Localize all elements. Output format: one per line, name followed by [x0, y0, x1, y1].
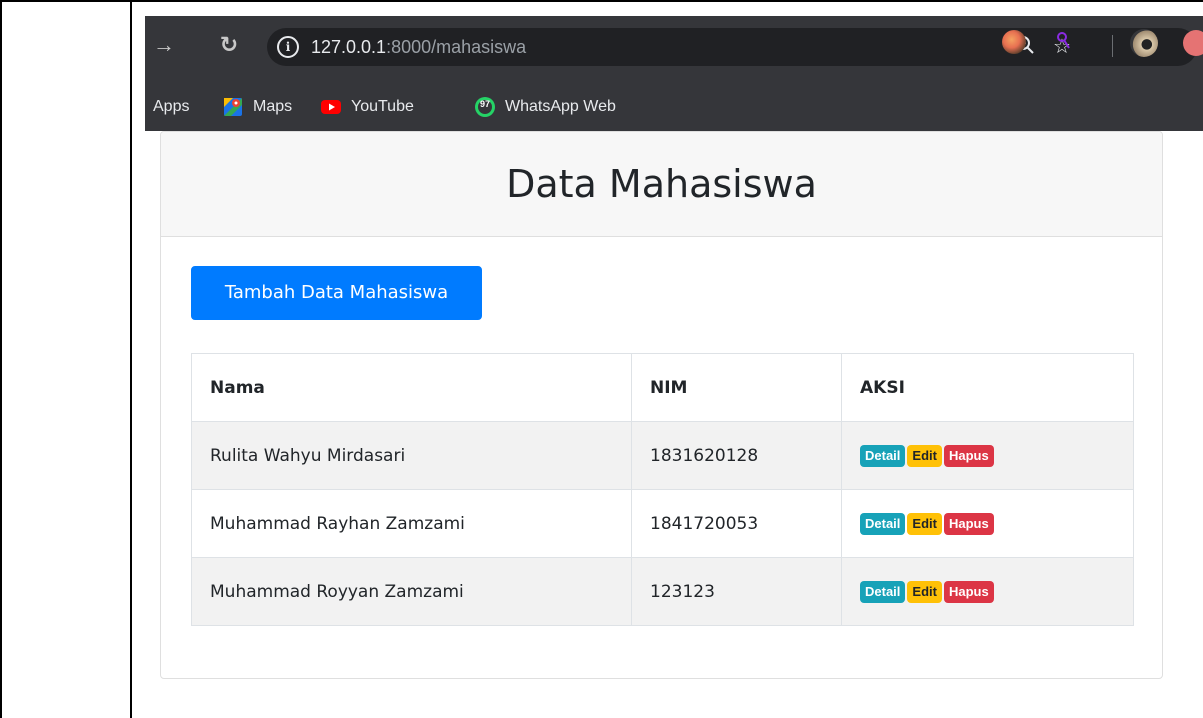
page-title: Data Mahasiswa — [506, 162, 817, 206]
mahasiswa-table: Nama NIM AKSI Rulita Wahyu Mirdasari 183… — [191, 353, 1134, 626]
edit-button[interactable]: Edit — [907, 444, 942, 467]
browser-toolbar: → ↻ i 127.0.0.1:8000/mahasiswa ☆ — [145, 16, 1203, 82]
bookmark-apps[interactable]: Apps — [153, 95, 189, 119]
edit-button[interactable]: Edit — [907, 512, 942, 535]
toolbar-separator — [1112, 35, 1113, 57]
url-host: 127.0.0.1 — [311, 37, 387, 57]
bookmark-maps[interactable]: Maps — [223, 95, 292, 119]
hapus-button[interactable]: Hapus — [943, 580, 994, 603]
cell-nim: 1841720053 — [631, 489, 842, 558]
add-mahasiswa-button[interactable]: Tambah Data Mahasiswa — [191, 266, 482, 320]
bookmark-youtube[interactable]: YouTube — [321, 95, 414, 119]
table-header-row: Nama NIM AKSI — [191, 353, 1134, 422]
cell-nim: 123123 — [631, 557, 842, 626]
cell-nama: Muhammad Rayhan Zamzami — [191, 489, 632, 558]
url-path: :8000/mahasiswa — [386, 37, 527, 57]
header-nama: Nama — [191, 353, 632, 422]
cell-nama: Rulita Wahyu Mirdasari — [191, 421, 632, 490]
extension-key-icon[interactable] — [1051, 28, 1077, 54]
frame-left-line — [0, 0, 2, 718]
hapus-button[interactable]: Hapus — [943, 444, 994, 467]
browser-chrome: → ↻ i 127.0.0.1:8000/mahasiswa ☆ Apps Ma… — [145, 16, 1203, 131]
detail-button[interactable]: Detail — [860, 444, 906, 467]
detail-button[interactable]: Detail — [860, 580, 906, 603]
url-text[interactable]: 127.0.0.1:8000/mahasiswa — [311, 36, 526, 58]
maps-icon — [223, 97, 243, 117]
bookmark-maps-label: Maps — [253, 98, 293, 115]
table-row: Muhammad Rayhan Zamzami 1841720053 Detai… — [191, 489, 1134, 558]
bookmarks-bar: Apps Maps YouTube 97 WhatsApp Web — [145, 82, 1203, 131]
extension-globe-icon[interactable] — [1002, 30, 1026, 54]
table-row: Rulita Wahyu Mirdasari 1831620128 Detail… — [191, 421, 1134, 490]
card-header: Data Mahasiswa — [161, 132, 1162, 237]
bookmark-whatsapp-label: WhatsApp Web — [505, 98, 616, 115]
frame-divider-line — [130, 0, 132, 718]
data-card: Data Mahasiswa Tambah Data Mahasiswa Nam… — [160, 131, 1163, 679]
detail-button[interactable]: Detail — [860, 512, 906, 535]
whatsapp-icon: 97 — [475, 97, 495, 117]
youtube-icon — [321, 97, 341, 117]
frame-top-line — [0, 0, 1203, 2]
edit-button[interactable]: Edit — [907, 580, 942, 603]
bookmark-whatsapp[interactable]: 97 WhatsApp Web — [475, 95, 616, 119]
reload-icon[interactable]: ↻ — [214, 30, 244, 60]
whatsapp-badge-count: 97 — [479, 99, 490, 109]
header-nim: NIM — [631, 353, 842, 422]
cell-aksi: Detail Edit Hapus — [841, 489, 1134, 558]
profile-badge-icon[interactable] — [1183, 30, 1203, 56]
info-icon[interactable]: i — [277, 36, 299, 58]
cell-aksi: Detail Edit Hapus — [841, 421, 1134, 490]
cell-nim: 1831620128 — [631, 421, 842, 490]
cell-aksi: Detail Edit Hapus — [841, 557, 1134, 626]
profile-avatar-icon[interactable] — [1130, 29, 1158, 57]
hapus-button[interactable]: Hapus — [943, 512, 994, 535]
forward-arrow-icon[interactable]: → — [149, 30, 179, 60]
header-aksi: AKSI — [841, 353, 1134, 422]
cell-nama: Muhammad Royyan Zamzami — [191, 557, 632, 626]
table-row: Muhammad Royyan Zamzami 123123 Detail Edi… — [191, 557, 1134, 626]
bookmark-apps-label: Apps — [153, 98, 190, 115]
bookmark-youtube-label: YouTube — [351, 98, 414, 115]
